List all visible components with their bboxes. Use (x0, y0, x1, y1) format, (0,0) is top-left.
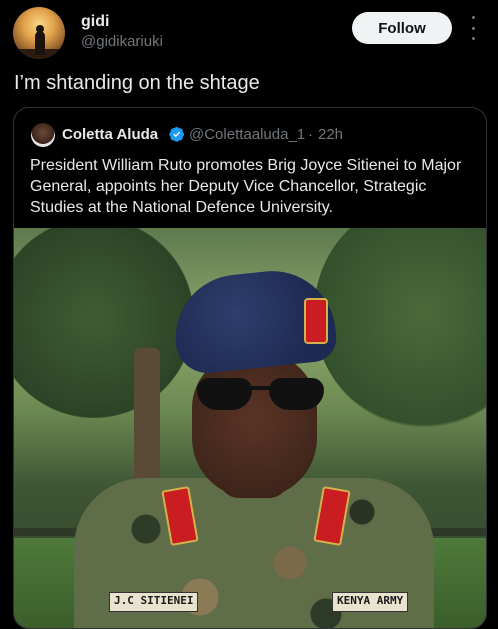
photo-tree (14, 228, 194, 418)
tweet-author-avatar[interactable] (13, 7, 65, 59)
more-icon[interactable] (466, 16, 480, 40)
quoted-text: President William Ruto promotes Brig Joy… (30, 157, 462, 216)
quoted-author-avatar[interactable] (31, 123, 55, 147)
quoted-photo[interactable]: J.C SITIENEI KENYA ARMY (14, 228, 486, 628)
photo-name-tag: J.C SITIENEI (109, 592, 199, 612)
more-dot (471, 37, 475, 40)
photo-face (192, 353, 317, 498)
photo-sunglasses (197, 378, 325, 412)
tweet-text: I’m shtanding on the shtage (14, 72, 260, 94)
more-dot (471, 16, 475, 19)
avatar-figure (35, 31, 45, 55)
photo-beret-badge (304, 298, 328, 344)
quoted-time-separator: · (308, 126, 313, 143)
follow-button[interactable]: Follow (352, 12, 452, 44)
tweet-author-name[interactable]: gidi (81, 13, 109, 31)
verified-badge-icon (169, 126, 185, 142)
tweet-author-handle[interactable]: @gidikariuki (81, 33, 163, 50)
photo-tree (314, 228, 486, 428)
quoted-time[interactable]: 22h (318, 126, 343, 143)
photo-country-tag: KENYA ARMY (332, 592, 409, 612)
quoted-author-name[interactable]: Coletta Aluda (62, 126, 158, 143)
quoted-tweet[interactable]: Coletta Aluda @Colettaaluda_1 · 22h Pres… (13, 107, 487, 629)
more-dot (471, 26, 475, 30)
quoted-author-handle[interactable]: @Colettaaluda_1 (189, 126, 305, 143)
